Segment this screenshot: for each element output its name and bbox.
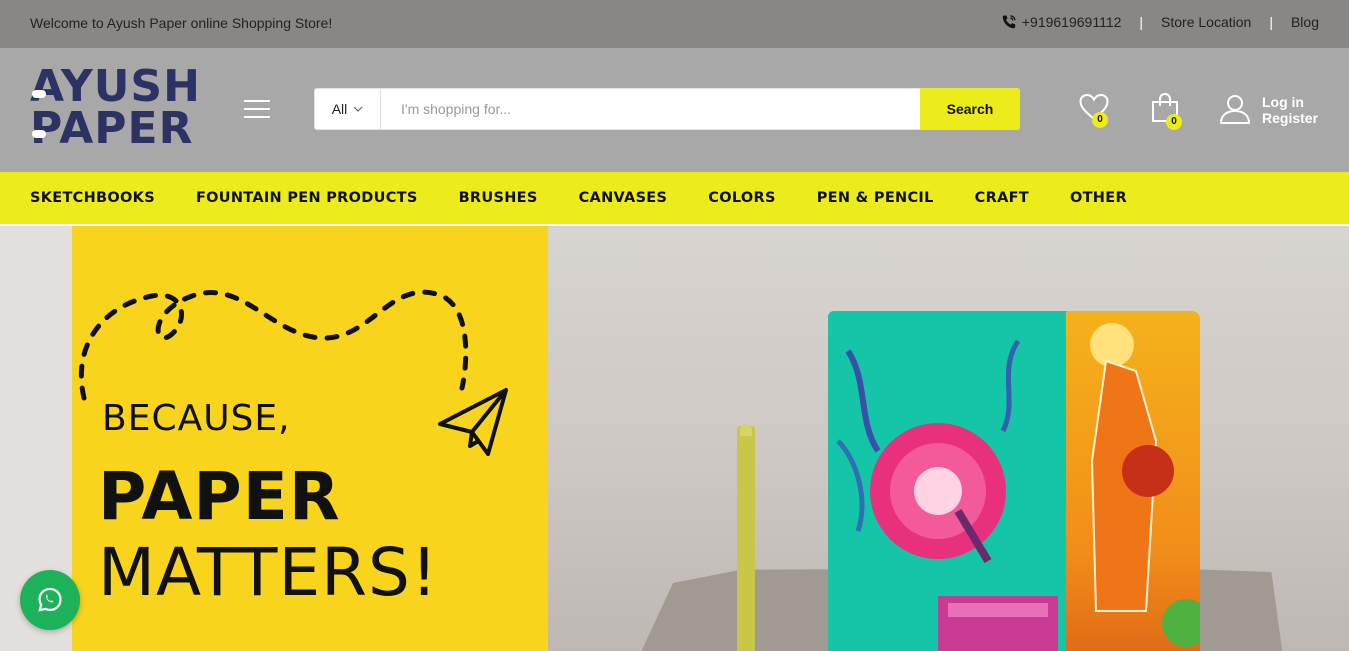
welcome-message: Welcome to Ayush Paper online Shopping S… (30, 15, 333, 31)
register-link[interactable]: Register (1262, 110, 1318, 126)
pencil-tip (740, 424, 752, 436)
logo-mark (32, 130, 46, 138)
banner-text-line3: MATTERS! (98, 534, 439, 611)
banner-text-line1: BECAUSE, (102, 398, 291, 439)
logo-mark (32, 90, 46, 98)
store-location-link[interactable]: Store Location (1161, 14, 1251, 30)
notebook-orange (1066, 311, 1210, 651)
search-input[interactable] (389, 95, 909, 123)
pencil-image (737, 426, 755, 651)
notebook-teal (828, 311, 1076, 651)
nav-item-pen-pencil[interactable]: PEN & PENCIL (817, 190, 934, 206)
hamburger-menu-icon[interactable] (244, 100, 270, 120)
phone-link[interactable]: +919619691112 (1001, 14, 1122, 30)
category-select[interactable]: All (315, 89, 381, 129)
nav-item-fountain-pen-products[interactable]: FOUNTAIN PEN PRODUCTS (196, 190, 418, 206)
nav-item-other[interactable]: OTHER (1070, 190, 1127, 206)
banner-poster: BECAUSE, PAPER MATTERS! (72, 226, 548, 651)
category-nav: SKETCHBOOKS FOUNTAIN PEN PRODUCTS BRUSHE… (0, 172, 1349, 224)
nav-item-brushes[interactable]: BRUSHES (459, 190, 538, 206)
gramophone-flower-artwork (836, 339, 1058, 651)
search-button[interactable]: Search (920, 88, 1020, 130)
site-logo[interactable]: AYUSH PAPER (30, 61, 201, 154)
whatsapp-icon (38, 587, 62, 612)
account-button[interactable] (1219, 93, 1251, 130)
nav-item-sketchbooks[interactable]: SKETCHBOOKS (30, 190, 155, 206)
blog-link[interactable]: Blog (1291, 14, 1319, 30)
nav-item-craft[interactable]: CRAFT (975, 190, 1029, 206)
logo-line2: PAPER (30, 103, 194, 154)
account-links: Log in Register (1262, 94, 1318, 126)
nav-item-colors[interactable]: COLORS (708, 190, 775, 206)
wishlist-count-badge: 0 (1092, 112, 1108, 128)
wishlist-button[interactable]: 0 (1078, 92, 1110, 128)
search-bar: All Search (314, 88, 1020, 130)
logo-line1: AYUSH (30, 61, 201, 112)
banner-text-line2: PAPER (98, 458, 341, 535)
phone-icon (1002, 15, 1016, 29)
chevron-down-icon (353, 106, 363, 112)
top-bar-links: +919619691112 | Store Location | Blog (1001, 14, 1319, 30)
nav-item-canvases[interactable]: CANVASES (579, 190, 668, 206)
category-value: All (331, 101, 348, 117)
cart-count-badge: 0 (1166, 114, 1182, 130)
hero-banner[interactable]: BECAUSE, PAPER MATTERS! (0, 226, 1349, 651)
site-header: AYUSH PAPER All Search 0 0 Log (0, 48, 1349, 172)
user-icon (1219, 95, 1251, 124)
divider: | (1269, 14, 1273, 30)
whatsapp-chat-button[interactable] (20, 570, 80, 630)
monk-artwork (1090, 323, 1210, 647)
paper-plane-icon (438, 388, 508, 456)
top-bar: Welcome to Ayush Paper online Shopping S… (0, 0, 1349, 48)
phone-number: +919619691112 (1021, 14, 1122, 30)
cart-button[interactable]: 0 (1150, 92, 1182, 130)
divider: | (1139, 14, 1144, 30)
login-link[interactable]: Log in (1262, 94, 1318, 110)
